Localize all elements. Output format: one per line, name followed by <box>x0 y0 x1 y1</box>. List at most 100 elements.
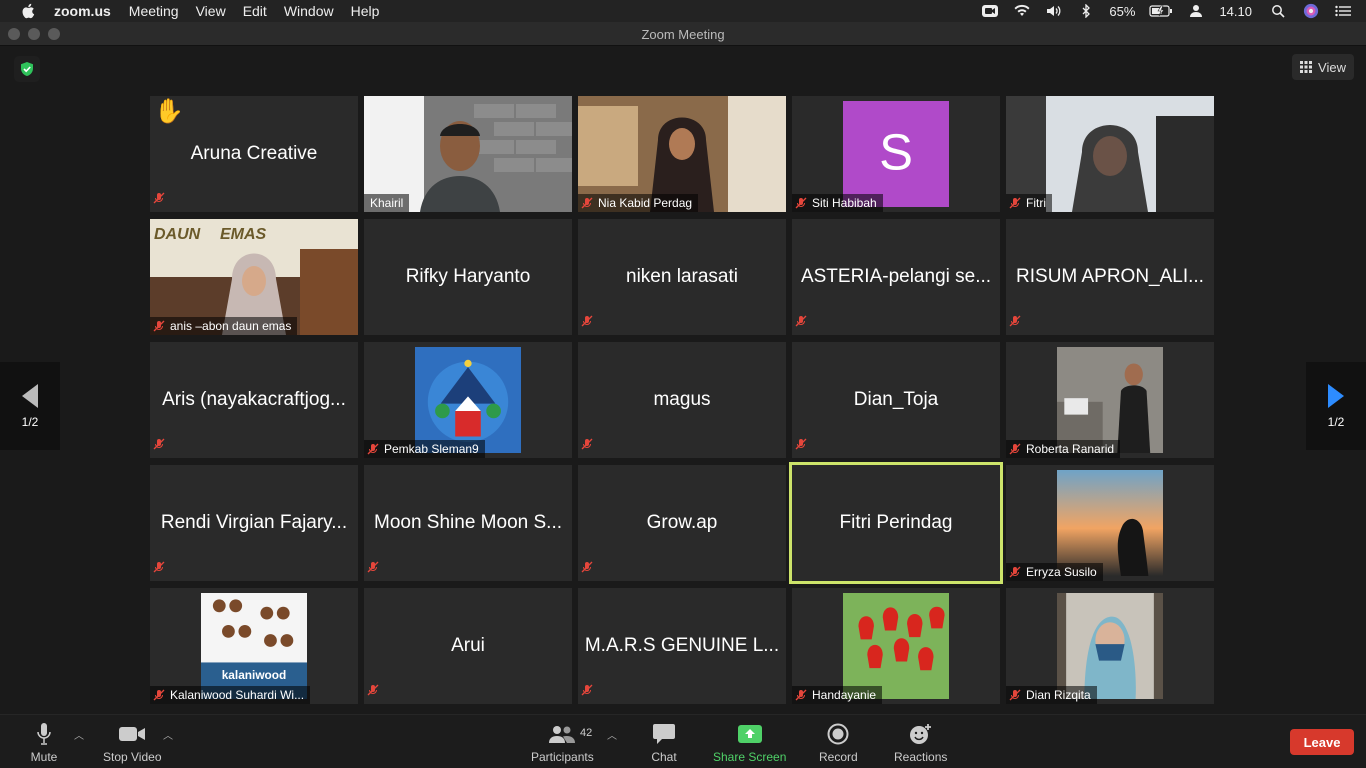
share-screen-icon <box>737 725 762 743</box>
participant-name: Aruna Creative <box>190 143 318 164</box>
zoom-status-icon[interactable] <box>981 4 999 18</box>
next-page-button[interactable]: 1/2 <box>1306 362 1366 450</box>
brand-logo: kalaniwood <box>201 593 307 699</box>
audio-options-chevron-icon[interactable]: ︿ <box>74 727 84 742</box>
video-camera-icon <box>119 727 146 741</box>
chat-button[interactable]: Chat <box>650 721 678 764</box>
menu-view[interactable]: View <box>196 3 226 19</box>
mic-muted-icon <box>367 561 379 573</box>
reactions-button[interactable]: Reactions <box>894 721 947 764</box>
participant-tile[interactable]: niken larasati <box>578 219 786 335</box>
participant-tile[interactable]: Roberta Ranarid <box>1006 342 1214 458</box>
mic-muted-icon <box>795 438 807 450</box>
participant-tile[interactable]: Pemkab Sleman9 <box>364 342 572 458</box>
encryption-status-button[interactable] <box>14 56 40 82</box>
participant-tile[interactable]: Dian_Toja <box>792 342 1000 458</box>
user-icon[interactable] <box>1187 4 1205 18</box>
triangle-right-icon <box>1328 384 1344 408</box>
participant-tile[interactable]: ✋ Aruna Creative <box>150 96 358 212</box>
notification-center-icon[interactable] <box>1334 4 1352 18</box>
mute-indicator <box>795 437 812 455</box>
participant-tile[interactable]: Moon Shine Moon S... <box>364 465 572 581</box>
participant-tile[interactable]: Fitri Perindag <box>789 462 1003 584</box>
avatar: S <box>843 101 949 207</box>
participant-label: Pemkab Sleman9 <box>364 440 485 458</box>
participant-tile[interactable]: Arui <box>364 588 572 704</box>
participant-tile[interactable]: Fitri <box>1006 96 1214 212</box>
apple-icon[interactable] <box>20 2 38 20</box>
participant-tile[interactable]: M.A.R.S GENUINE L... <box>578 588 786 704</box>
participant-label-text: Kalaniwood Suhardi Wi... <box>170 688 305 702</box>
volume-icon[interactable] <box>1045 4 1063 18</box>
mic-muted-icon <box>1009 443 1021 455</box>
mute-indicator <box>581 683 598 701</box>
mic-muted-icon <box>581 438 593 450</box>
participants-button[interactable]: Participants 42 <box>531 721 594 764</box>
stop-video-button[interactable]: Stop Video <box>103 721 162 764</box>
battery-charging-icon[interactable] <box>1149 4 1173 18</box>
participant-label-text: Khairil <box>370 196 404 210</box>
mute-button[interactable]: Mute <box>30 721 58 764</box>
mute-indicator <box>795 314 812 332</box>
menu-meeting[interactable]: Meeting <box>129 3 179 19</box>
participant-name: magus <box>653 389 711 410</box>
share-screen-button[interactable]: Share Screen <box>713 721 786 764</box>
participant-tile[interactable]: Nia Kabid Perdag <box>578 96 786 212</box>
participant-label: Siti Habibah <box>792 194 883 212</box>
participant-tile[interactable]: Dian Rizqita <box>1006 588 1214 704</box>
app-menu[interactable]: zoom.us <box>54 3 111 19</box>
participant-tile[interactable]: Rendi Virgian Fajary... <box>150 465 358 581</box>
leave-button[interactable]: Leave <box>1290 729 1354 755</box>
participant-tile[interactable]: magus <box>578 342 786 458</box>
participant-label-text: Roberta Ranarid <box>1026 442 1115 456</box>
participant-name: Aris (nayakacraftjog... <box>162 389 346 410</box>
participants-options-chevron-icon[interactable]: ︿ <box>607 727 617 742</box>
participant-tile[interactable]: Aris (nayakacraftjog... <box>150 342 358 458</box>
participant-label: Erryza Susilo <box>1006 563 1103 581</box>
battery-percent: 65% <box>1109 3 1136 19</box>
record-button[interactable]: Record <box>819 721 858 764</box>
bluetooth-icon[interactable] <box>1077 4 1095 18</box>
participant-tile[interactable]: Rifky Haryanto <box>364 219 572 335</box>
participant-tile[interactable]: ASTERIA-pelangi se... <box>792 219 1000 335</box>
menu-edit[interactable]: Edit <box>243 3 267 19</box>
mic-muted-icon <box>153 320 165 332</box>
participant-tile[interactable]: Grow.ap <box>578 465 786 581</box>
page-indicator-left: 1/2 <box>21 415 39 429</box>
participant-grid: ✋ Aruna Creative Khairil Nia Kabid Perdag S S… <box>150 96 1216 704</box>
spotlight-search-icon[interactable] <box>1270 4 1288 18</box>
menu-help[interactable]: Help <box>351 3 380 19</box>
view-button[interactable]: View <box>1292 54 1354 80</box>
profile-photo <box>1057 347 1163 453</box>
previous-page-button[interactable]: 1/2 <box>0 362 60 450</box>
mute-indicator <box>153 437 170 455</box>
participant-tile[interactable]: DAUN EMAS anis –abon daun emas <box>150 219 358 335</box>
participant-name: Rendi Virgian Fajary... <box>160 512 348 533</box>
chat-label: Chat <box>651 750 677 764</box>
participant-tile[interactable]: RISUM APRON_ALI... <box>1006 219 1214 335</box>
grid-view-icon <box>1300 61 1313 73</box>
mic-muted-icon <box>1009 566 1021 578</box>
wifi-icon[interactable] <box>1013 4 1031 18</box>
video-options-chevron-icon[interactable]: ︿ <box>163 727 173 742</box>
participant-tile[interactable]: Handayanie <box>792 588 1000 704</box>
participant-tile[interactable]: Khairil <box>364 96 572 212</box>
reactions-emoji-icon <box>909 724 931 744</box>
window-title: Zoom Meeting <box>641 27 725 42</box>
mic-muted-icon <box>581 197 593 209</box>
participants-icon <box>549 726 576 743</box>
menu-bar: zoom.us Meeting View Edit Window Help 65… <box>0 0 1366 22</box>
participant-tile[interactable]: kalaniwood Kalaniwood Suhardi Wi... <box>150 588 358 704</box>
participant-tile[interactable]: S Siti Habibah <box>792 96 1000 212</box>
svg-text:kalaniwood: kalaniwood <box>222 668 287 682</box>
clock[interactable]: 14.10 <box>1219 4 1252 19</box>
emblem-image <box>415 347 521 453</box>
menu-window[interactable]: Window <box>284 3 334 19</box>
participant-tile[interactable]: Erryza Susilo <box>1006 465 1214 581</box>
siri-icon[interactable] <box>1302 3 1320 19</box>
participant-label-text: Siti Habibah <box>812 196 877 210</box>
participant-label: Nia Kabid Perdag <box>578 194 699 212</box>
mic-muted-icon <box>1009 197 1021 209</box>
meeting-stage: View 1/2 1/2 ✋ Aruna Creative Khairil Nia K… <box>0 46 1366 714</box>
participant-label-text: Dian Rizqita <box>1026 688 1091 702</box>
